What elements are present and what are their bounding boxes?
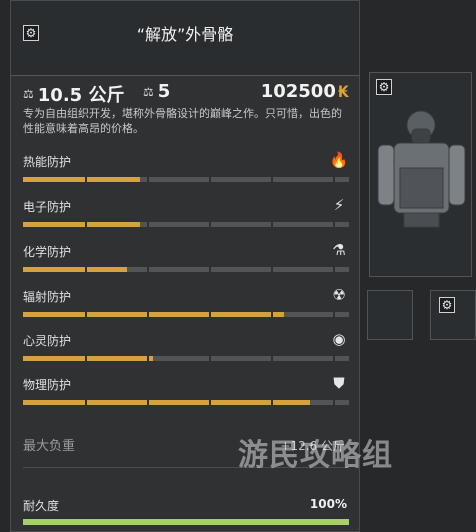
item-stats-row: ⚖ 10.5 公斤 ⚖ 5 102500 ₭: [23, 81, 349, 107]
bar-segment-divider: [270, 400, 273, 405]
bar-segment-divider: [270, 356, 273, 361]
watermark: 游民攻略组: [238, 438, 393, 473]
resistance-bar-fill: [23, 400, 310, 405]
bar-segment-divider: [270, 177, 273, 182]
resistance-bar: [23, 222, 349, 227]
bar-segment-divider: [146, 400, 149, 405]
resistance-label: 辐射防护: [23, 290, 72, 304]
max-load-label: 最大负重: [23, 439, 76, 454]
bar-segment-divider: [208, 356, 211, 361]
resistance-bar: [23, 312, 349, 317]
bar-segment-divider: [332, 400, 335, 405]
resistance-label: 电子防护: [23, 200, 72, 214]
armor-slot[interactable]: ⚙: [369, 72, 472, 277]
durability-bar-fill: [23, 519, 349, 525]
bar-segment-divider: [332, 356, 335, 361]
bar-segment-divider: [84, 400, 87, 405]
bar-segment-divider: [84, 222, 87, 227]
resistance-label: 物理防护: [23, 378, 72, 392]
weight-icon: ⚖: [23, 87, 34, 101]
armor-icon: ⛊: [333, 374, 345, 392]
fire-icon: 🔥: [329, 151, 349, 169]
chemical-icon: ⚗: [332, 241, 346, 259]
resistance-row: 物理防护 ⛊: [23, 374, 349, 406]
resistance-label: 热能防护: [23, 155, 72, 169]
item-count: ⚖ 5: [143, 81, 170, 102]
resistance-bar: [23, 400, 349, 405]
resistance-row: 化学防护 ⚗: [23, 241, 349, 273]
item-description: 专为自由组织开发，堪称外骨骼设计的巅峰之作。只可惜，出色的性能意味着高昂的价格。: [23, 107, 342, 135]
bar-segment-divider: [208, 400, 211, 405]
tooltip-header: ⚙ “解放”外骨骼: [11, 1, 359, 76]
bar-segment-divider: [146, 267, 149, 272]
resistance-bar: [23, 267, 349, 272]
resistance-label: 化学防护: [23, 245, 72, 259]
bar-segment-divider: [270, 222, 273, 227]
bar-segment-divider: [270, 267, 273, 272]
bar-segment-divider: [84, 267, 87, 272]
resistance-bar-fill: [23, 267, 128, 272]
resistance-row: 辐射防护 ☢: [23, 286, 349, 318]
item-count-value: 5: [157, 81, 171, 102]
durability-bar: [23, 519, 349, 525]
bar-segment-divider: [146, 222, 149, 227]
equipment-slot[interactable]: [367, 290, 413, 340]
equipment-slot[interactable]: ⚙: [430, 290, 476, 340]
bar-segment-divider: [332, 312, 335, 317]
resistance-bar-fill: [23, 312, 284, 317]
lightning-shield-icon: ⚡: [333, 196, 345, 214]
resistance-row: 热能防护 🔥: [23, 151, 349, 183]
radiation-icon: ☢: [332, 286, 346, 304]
psy-shield-icon: ◉: [332, 330, 346, 348]
bar-segment-divider: [208, 267, 211, 272]
bar-segment-divider: [84, 312, 87, 317]
bar-segment-divider: [84, 177, 87, 182]
durability-label: 耐久度: [23, 499, 60, 513]
bar-segment-divider: [146, 356, 149, 361]
bar-segment-divider: [84, 356, 87, 361]
bar-segment-divider: [146, 177, 149, 182]
item-price-value: 102500: [260, 81, 336, 102]
resistance-row: 心灵防护 ◉: [23, 330, 349, 362]
bar-segment-divider: [146, 312, 149, 317]
bar-segment-divider: [270, 312, 273, 317]
exoskeleton-image: [377, 110, 466, 228]
item-price: 102500 ₭: [261, 81, 349, 102]
resistance-label: 心灵防护: [23, 334, 72, 348]
bar-segment-divider: [332, 222, 335, 227]
bar-segment-divider: [208, 177, 211, 182]
resistance-bar: [23, 356, 349, 361]
bar-segment-divider: [332, 267, 335, 272]
bar-segment-divider: [208, 222, 211, 227]
item-title: “解放”外骨骼: [136, 25, 234, 44]
resistance-bar-fill: [23, 222, 141, 227]
item-weight: ⚖ 10.5 公斤: [23, 81, 124, 107]
resistance-bar: [23, 177, 349, 182]
resistance-row: 电子防护 ⚡: [23, 196, 349, 228]
item-weight-value: 10.5 公斤: [37, 85, 125, 106]
resistance-bar-fill: [23, 177, 141, 182]
resistance-bar-fill: [23, 356, 154, 361]
durability-value: 100%: [309, 497, 347, 511]
bar-segment-divider: [332, 177, 335, 182]
gear-icon[interactable]: ⚙: [439, 297, 455, 313]
weight-icon: ⚖: [143, 84, 154, 99]
coupon-icon: ₭: [337, 82, 349, 101]
bar-segment-divider: [208, 312, 211, 317]
